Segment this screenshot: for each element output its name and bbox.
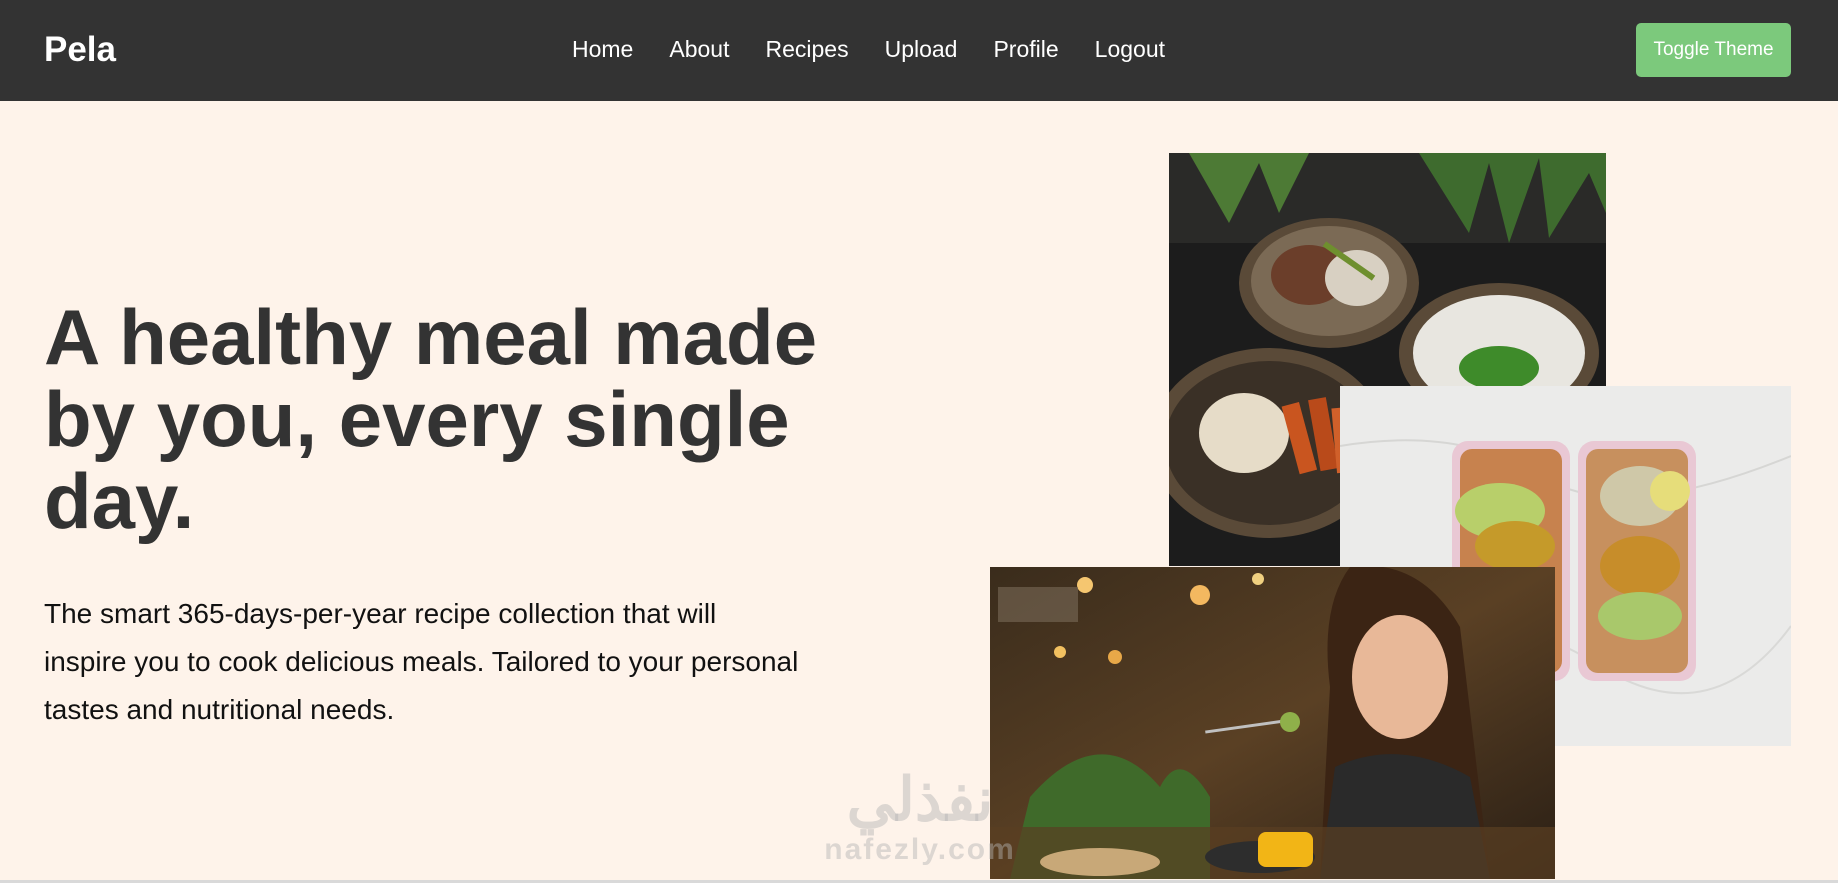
watermark: نفذلي nafezly.com [815, 770, 1025, 870]
toggle-theme-button[interactable]: Toggle Theme [1636, 23, 1791, 77]
brand-logo[interactable]: Pela [44, 30, 116, 70]
navbar: Pela Home About Recipes Upload Profile L… [0, 0, 1838, 101]
nav-link-home[interactable]: Home [572, 36, 633, 63]
nav-link-logout[interactable]: Logout [1095, 36, 1165, 63]
watermark-latin: nafezly.com [824, 833, 1016, 866]
nav-link-profile[interactable]: Profile [993, 36, 1058, 63]
nav-link-upload[interactable]: Upload [885, 36, 958, 63]
nav-links: Home About Recipes Upload Profile Logout [572, 36, 1201, 63]
nav-link-recipes[interactable]: Recipes [765, 36, 848, 63]
nav-link-about[interactable]: About [669, 36, 729, 63]
hero-description: The smart 365-days-per-year recipe colle… [44, 598, 799, 725]
watermark-arabic: نفذلي [846, 766, 994, 833]
hero-title: A healthy meal made by you, every single… [44, 293, 818, 545]
woman-eating-image [990, 567, 1555, 879]
